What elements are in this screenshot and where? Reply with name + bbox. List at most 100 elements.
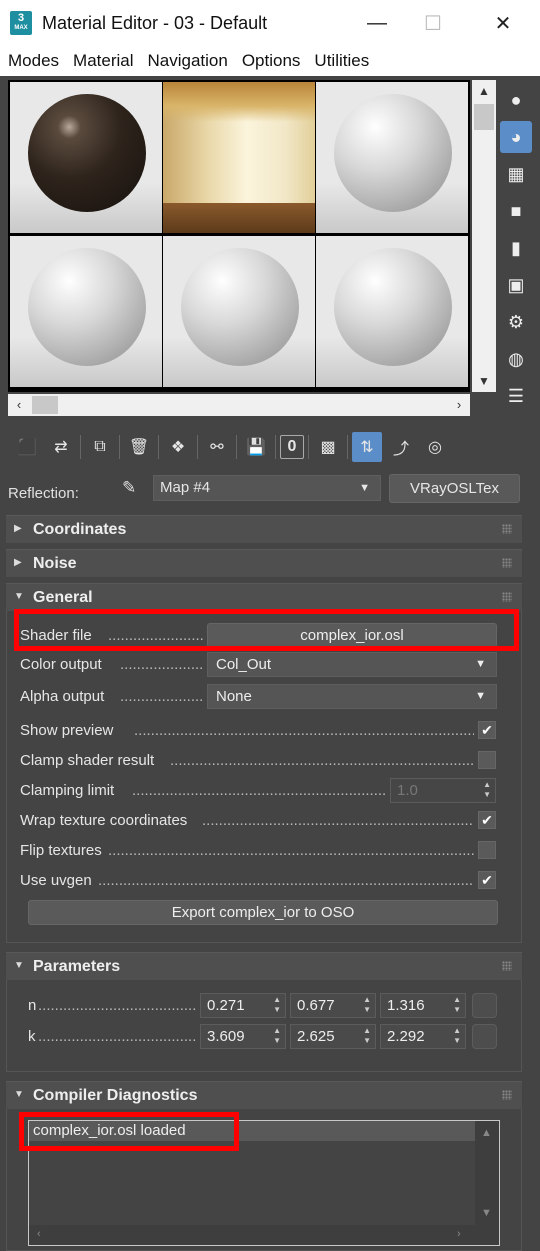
grip-icon xyxy=(502,524,512,534)
select-by-material-icon[interactable]: ◍ xyxy=(500,343,532,375)
rollout-parameters[interactable]: ▼ Parameters xyxy=(6,952,522,980)
assign-material-icon[interactable]: ⧉ xyxy=(85,432,115,462)
scroll-left-icon[interactable]: ‹ xyxy=(8,394,30,416)
clamp-checkbox[interactable] xyxy=(478,751,496,769)
spinner-arrows-icon: ▲ ▼ xyxy=(483,780,491,799)
make-unique-icon[interactable]: ⚯ xyxy=(202,432,232,462)
color-output-dropdown[interactable]: Col_Out ▼ xyxy=(207,652,497,677)
options-icon[interactable]: ⚙ xyxy=(500,306,532,338)
menu-material[interactable]: Material xyxy=(73,51,133,71)
alpha-output-dropdown[interactable]: None ▼ xyxy=(207,684,497,709)
sphere-preview xyxy=(334,94,452,212)
scroll-right-icon[interactable]: › xyxy=(448,394,470,416)
menu-navigation[interactable]: Navigation xyxy=(148,51,228,71)
n-green-spinner[interactable]: 0.677 ▲ ▼ xyxy=(290,993,376,1018)
backlight-icon[interactable]: ◕ xyxy=(500,121,532,153)
n-red-spinner[interactable]: 0.271 ▲ ▼ xyxy=(200,993,286,1018)
menu-options[interactable]: Options xyxy=(242,51,301,71)
slots-vertical-scrollbar[interactable]: ▲ ▼ xyxy=(472,80,496,392)
sample-slot-5[interactable] xyxy=(163,236,315,387)
k-blue-spinner[interactable]: 2.292 ▲ ▼ xyxy=(380,1024,466,1049)
menu-utilities[interactable]: Utilities xyxy=(314,51,369,71)
spinner-arrows-icon: ▲ ▼ xyxy=(273,995,281,1014)
n-blue-spinner[interactable]: 1.316 ▲ ▼ xyxy=(380,993,466,1018)
eyedropper-icon[interactable]: ✎ xyxy=(122,478,136,498)
sphere-preview xyxy=(28,248,146,366)
wrap-checkbox[interactable]: ✔ xyxy=(478,811,496,829)
scroll-left-icon: ‹ xyxy=(37,1228,41,1240)
put-material-icon[interactable]: ⇄ xyxy=(46,432,76,462)
sample-type-icon[interactable]: ● xyxy=(500,84,532,116)
alpha-output-row: Alpha output ...........................… xyxy=(20,684,497,710)
param-n-row: n ......................................… xyxy=(28,993,498,1019)
scroll-up-icon[interactable]: ▲ xyxy=(472,80,496,102)
map-slot-label: Reflection: xyxy=(8,485,79,502)
scroll-down-icon[interactable]: ▼ xyxy=(472,370,496,392)
get-material-icon[interactable]: ⬛ xyxy=(12,432,42,462)
material-toolbar: ⬛ ⇄ ⧉ 🗑 ❖ ⚯ 💾 0 ▩ ⇅ ⤴ ◎ xyxy=(0,428,540,466)
spinner-arrows-icon: ▲ ▼ xyxy=(453,995,461,1014)
k-red-spinner[interactable]: 3.609 ▲ ▼ xyxy=(200,1024,286,1049)
map-type-button[interactable]: VRayOSLTex xyxy=(389,474,520,503)
flip-row: Flip textures ..........................… xyxy=(20,838,496,864)
go-to-parent-icon[interactable]: ⤴ xyxy=(386,432,416,462)
log-vertical-scrollbar[interactable]: ▲ ▼ xyxy=(475,1121,499,1225)
show-shaded-icon[interactable]: ▩ xyxy=(313,432,343,462)
chevron-down-icon: ▼ xyxy=(359,482,370,494)
app-icon: 3 MAX xyxy=(10,11,32,35)
sample-slot-grid xyxy=(8,80,470,392)
material-id-channel-icon[interactable]: 0 xyxy=(280,435,304,459)
spinner-arrows-icon: ▲ ▼ xyxy=(363,1026,371,1045)
clamp-limit-spinner[interactable]: 1.0 ▲ ▼ xyxy=(390,778,496,803)
log-horizontal-scrollbar[interactable]: ‹ › xyxy=(29,1225,499,1245)
delete-icon[interactable]: 🗑 xyxy=(124,432,154,462)
chevron-down-icon: ▼ xyxy=(475,690,486,702)
video-color-check-icon[interactable]: ▮ xyxy=(500,232,532,264)
uv-tiling-icon[interactable]: ■ xyxy=(500,195,532,227)
sample-slot-2[interactable] xyxy=(163,82,315,233)
rollout-noise[interactable]: ▶ Noise xyxy=(6,549,522,577)
sample-slot-6[interactable] xyxy=(316,236,468,387)
sample-slot-4[interactable] xyxy=(10,236,162,387)
grip-icon xyxy=(502,592,512,602)
scroll-thumb[interactable] xyxy=(32,396,58,414)
save-to-library-icon[interactable]: 💾 xyxy=(241,432,271,462)
make-copy-icon[interactable]: ❖ xyxy=(163,432,193,462)
rollout-coordinates[interactable]: ▶ Coordinates xyxy=(6,515,522,543)
slots-horizontal-scrollbar[interactable]: ‹ › xyxy=(8,394,470,416)
expand-arrow-icon: ▶ xyxy=(14,557,22,568)
flip-checkbox[interactable] xyxy=(478,841,496,859)
expand-arrow-icon: ▶ xyxy=(14,523,22,534)
show-end-result-icon[interactable]: ⇅ xyxy=(352,432,382,462)
show-preview-row: Show preview ...........................… xyxy=(20,718,496,744)
maximize-button[interactable]: ☐ xyxy=(410,0,456,46)
k-color-swatch[interactable] xyxy=(472,1024,497,1049)
uvgen-checkbox[interactable]: ✔ xyxy=(478,871,496,889)
map-name-dropdown[interactable]: Map #4 ▼ xyxy=(153,475,381,501)
room-preview xyxy=(163,82,315,233)
go-forward-sibling-icon[interactable]: ◎ xyxy=(420,432,450,462)
k-green-spinner[interactable]: 2.625 ▲ ▼ xyxy=(290,1024,376,1049)
collapse-arrow-icon: ▼ xyxy=(14,1089,24,1100)
show-preview-checkbox[interactable]: ✔ xyxy=(478,721,496,739)
spinner-arrows-icon: ▲ ▼ xyxy=(453,1026,461,1045)
make-preview-icon[interactable]: ▣ xyxy=(500,269,532,301)
background-icon[interactable]: ▦ xyxy=(500,158,532,190)
grip-icon xyxy=(502,961,512,971)
menu-modes[interactable]: Modes xyxy=(8,51,59,71)
sample-slot-1[interactable] xyxy=(10,82,162,233)
close-button[interactable]: ✕ xyxy=(480,0,526,46)
grip-icon xyxy=(502,1090,512,1100)
uvgen-row: Use uvgen ..............................… xyxy=(20,868,496,894)
minimize-button[interactable]: — xyxy=(354,0,400,46)
rollout-general[interactable]: ▼ General xyxy=(6,583,522,611)
scroll-up-icon: ▲ xyxy=(481,1127,492,1139)
n-color-swatch[interactable] xyxy=(472,993,497,1018)
sample-slot-3[interactable] xyxy=(316,82,468,233)
sphere-preview xyxy=(334,248,452,366)
export-oso-button[interactable]: Export complex_ior to OSO xyxy=(28,900,498,925)
highlight-box xyxy=(14,609,519,651)
material-map-navigator-icon[interactable]: ☰ xyxy=(500,380,532,412)
scroll-thumb[interactable] xyxy=(474,104,494,130)
rollout-compiler-diagnostics[interactable]: ▼ Compiler Diagnostics xyxy=(6,1081,522,1109)
